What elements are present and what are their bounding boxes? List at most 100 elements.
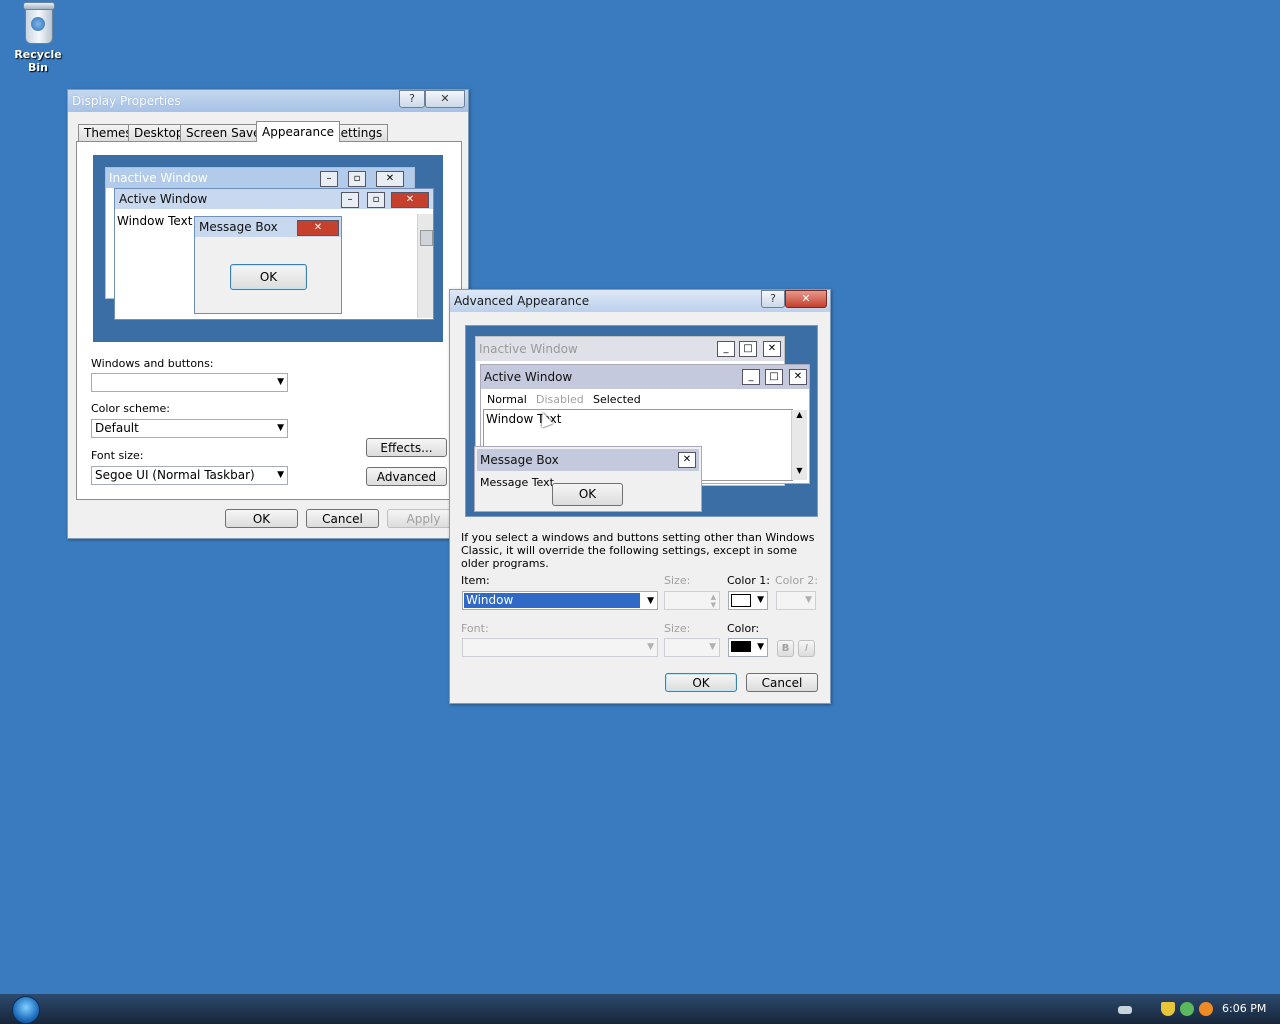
effects-button[interactable]: Effects... <box>366 438 447 457</box>
windows-and-buttons-select[interactable]: ▼ <box>91 373 288 392</box>
item-label: Item: <box>461 574 490 587</box>
color1-picker[interactable]: ▼ <box>728 591 768 610</box>
minimize-icon: _ <box>742 369 760 385</box>
chevron-down-icon: ▼ <box>805 595 812 605</box>
adv-preview-inactive-title: Inactive Window <box>479 342 578 356</box>
advanced-preview: Inactive Window _ □ ✕ Active Window _ □ … <box>465 325 818 517</box>
window-title: Display Properties <box>72 94 181 108</box>
bold-button[interactable]: B <box>777 640 794 657</box>
search-icon[interactable] <box>1199 1002 1213 1016</box>
font-size-select[interactable]: Segoe UI (Normal Taskbar) ▼ <box>91 466 288 485</box>
maximize-icon: ▫ <box>367 192 385 208</box>
start-button[interactable] <box>12 996 40 1024</box>
security-shield-icon[interactable] <box>1161 1002 1175 1016</box>
chevron-down-icon: ▼ <box>647 642 654 652</box>
chevron-down-icon: ▼ <box>277 423 284 433</box>
preview-inactive-title: Inactive Window <box>109 171 208 185</box>
close-icon: ✕ <box>297 220 339 236</box>
minimize-icon: – <box>341 192 359 208</box>
maximize-icon: □ <box>739 341 757 357</box>
display-properties-titlebar[interactable]: Display Properties ? ✕ <box>68 90 468 112</box>
color-scheme-select[interactable]: Default ▼ <box>91 419 288 438</box>
preview-message-box: Message Box ✕ OK <box>194 216 342 314</box>
chevron-down-icon: ▼ <box>277 377 284 387</box>
color-scheme-value: Default <box>95 421 139 435</box>
item-value: Window <box>464 593 640 608</box>
advanced-appearance-titlebar[interactable]: Advanced Appearance ? ✕ <box>450 290 830 312</box>
font-size-select[interactable]: ▼ <box>664 638 720 657</box>
minimize-icon: _ <box>717 341 735 357</box>
advanced-appearance-window: Advanced Appearance ? ✕ Inactive Window … <box>449 289 831 704</box>
color2-picker[interactable]: ▼ <box>776 591 816 610</box>
adv-preview-ok-button: OK <box>552 483 623 506</box>
appearance-preview: Inactive Window – ▫ ✕ Active Window – ▫ … <box>93 155 443 342</box>
advanced-button[interactable]: Advanced <box>366 467 447 486</box>
tab-appearance[interactable]: Appearance <box>256 121 341 142</box>
network-icon[interactable] <box>1180 1002 1194 1016</box>
menu-selected: Selected <box>593 393 641 406</box>
preview-window-text: Window Text <box>117 214 193 228</box>
close-button[interactable]: ✕ <box>425 90 465 108</box>
chevron-down-icon: ▼ <box>757 595 764 605</box>
color1-label: Color 1: <box>727 574 770 587</box>
close-icon: ✕ <box>789 369 807 385</box>
minimize-icon: – <box>320 171 338 187</box>
recycle-bin-graphic <box>21 2 55 44</box>
preview-active-title: Active Window <box>119 192 208 206</box>
preview-ok-button: OK <box>230 264 307 290</box>
menu-normal: Normal <box>487 393 527 406</box>
recycle-bin-icon[interactable]: Recycle Bin <box>6 2 70 74</box>
close-icon: ✕ <box>376 171 404 187</box>
close-icon: ✕ <box>678 452 696 468</box>
menu-disabled: Disabled <box>536 393 584 406</box>
preview-message-box-title: Message Box <box>199 220 278 234</box>
preview-active-window: Active Window – ▫ ✕ Window Text Message … <box>114 188 434 320</box>
ok-button[interactable]: OK <box>225 509 298 528</box>
font-select[interactable]: ▼ <box>462 638 658 657</box>
font-size-label: Font size: <box>91 449 144 462</box>
size-stepper[interactable]: ▲ ▼ <box>664 591 720 610</box>
item-select[interactable]: Window ▼ <box>462 591 658 610</box>
help-button[interactable]: ? <box>399 90 425 108</box>
color1-swatch <box>731 594 751 607</box>
window-title: Advanced Appearance <box>454 294 590 308</box>
taskbar-clock[interactable]: 6:06 PM <box>1222 1002 1266 1015</box>
recycle-bin-label: Recycle Bin <box>14 48 62 74</box>
chevron-down-icon: ▼ <box>757 642 764 652</box>
maximize-icon: ▫ <box>348 171 366 187</box>
description-text: If you select a windows and buttons sett… <box>461 531 815 570</box>
taskbar <box>0 994 1280 1024</box>
cancel-button[interactable]: Cancel <box>746 673 818 692</box>
chevron-down-icon: ▼ <box>277 470 284 480</box>
adv-preview-message-text: Message Text <box>480 476 554 489</box>
font-label: Font: <box>461 622 489 635</box>
font-size-value: Segoe UI (Normal Taskbar) <box>95 468 255 482</box>
color2-label: Color 2: <box>775 574 818 587</box>
adv-preview-scrollbar: ▲ ▼ <box>791 410 807 480</box>
font-color-swatch <box>731 641 751 652</box>
italic-button[interactable]: I <box>798 640 815 657</box>
cancel-button[interactable]: Cancel <box>306 509 379 528</box>
close-icon: ✕ <box>391 192 429 208</box>
help-button[interactable]: ? <box>761 290 785 308</box>
chevron-down-icon: ▼ <box>647 596 654 606</box>
font-size-label: Size: <box>664 622 691 635</box>
windows-and-buttons-label: Windows and buttons: <box>91 357 214 370</box>
close-icon: ✕ <box>763 341 781 357</box>
stepper-arrows-icon: ▲ ▼ <box>710 593 716 609</box>
adv-preview-message-box: Message Box ✕ Message Text OK <box>474 446 702 512</box>
adv-preview-active-title: Active Window <box>484 370 573 384</box>
size-label: Size: <box>664 574 691 587</box>
preview-scrollbar <box>417 214 433 318</box>
color-scheme-label: Color scheme: <box>91 402 170 415</box>
appearance-tab-panel: Inactive Window – ▫ ✕ Active Window – ▫ … <box>76 141 462 500</box>
keyboard-icon[interactable] <box>1118 1006 1132 1014</box>
display-properties-window: Display Properties ? ✕ Themes Desktop Sc… <box>67 89 469 539</box>
close-button[interactable]: ✕ <box>785 290 827 308</box>
font-color-label: Color: <box>727 622 760 635</box>
adv-preview-message-box-title: Message Box <box>480 453 559 467</box>
chevron-down-icon: ▼ <box>709 642 716 652</box>
ok-button[interactable]: OK <box>665 673 737 692</box>
font-color-picker[interactable]: ▼ <box>728 638 768 657</box>
maximize-icon: □ <box>765 369 783 385</box>
